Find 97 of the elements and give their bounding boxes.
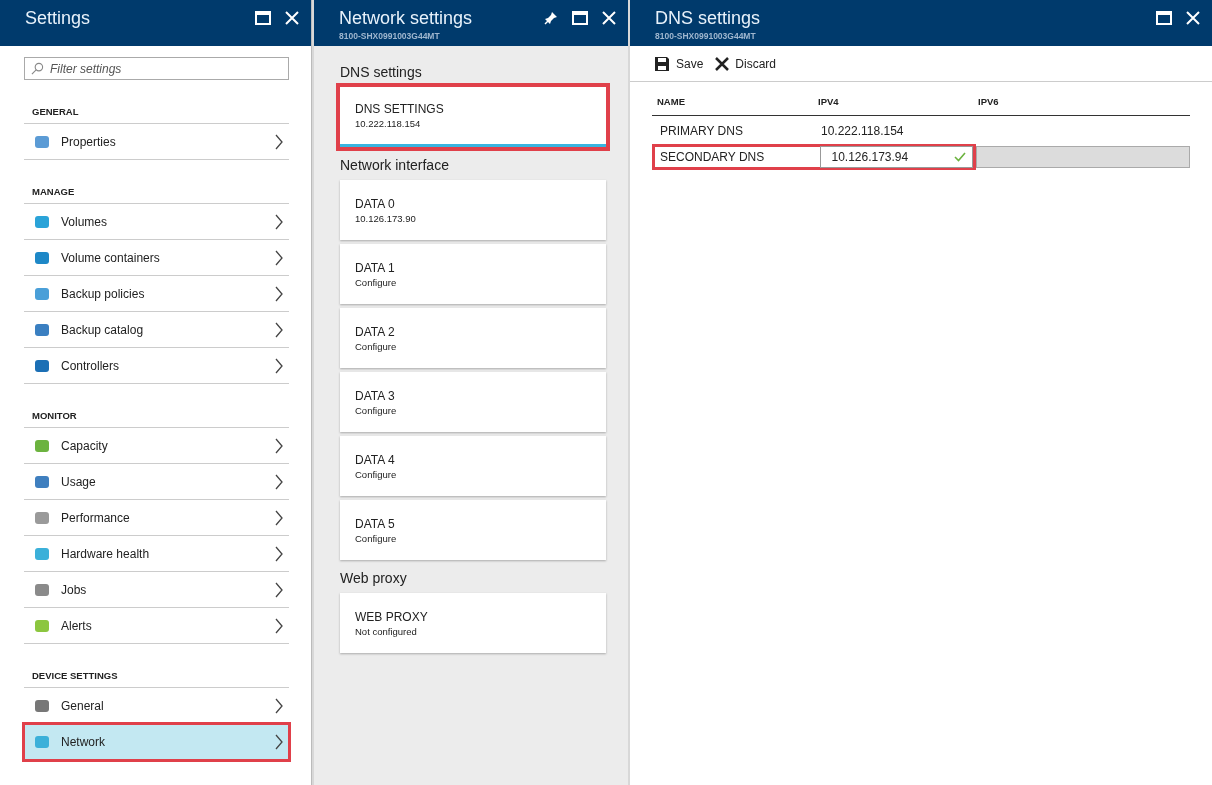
group-heading: Network interface	[340, 157, 450, 175]
section-label: GENERAL	[31, 105, 80, 119]
settings-tile[interactable]: DATA 3 Configure	[340, 372, 606, 432]
settings-menu-item[interactable]: Jobs	[24, 572, 289, 608]
blade-subtitle: 8100-SHX0991003G44MT	[655, 31, 757, 41]
menu-item-icon	[35, 323, 49, 336]
tile-title: DATA 0	[355, 196, 396, 211]
tile-title: DATA 2	[355, 324, 396, 339]
blade-title: Settings	[25, 8, 91, 29]
tile-value: Configure	[355, 340, 398, 352]
blade-title: DNS settings	[655, 8, 761, 29]
settings-tile[interactable]: DATA 5 Configure	[340, 500, 606, 560]
settings-tile[interactable]: DATA 1 Configure	[340, 244, 606, 304]
tile-value: 10.126.173.90	[355, 212, 417, 224]
settings-menu-item[interactable]: Hardware health	[24, 536, 289, 572]
chevron-right-icon	[275, 321, 283, 338]
settings-menu-item[interactable]: Backup catalog	[24, 312, 289, 348]
menu-item-icon	[35, 215, 49, 228]
blade-title: Network settings	[339, 8, 473, 29]
section-label: DEVICE SETTINGS	[31, 669, 119, 683]
settings-menu-item[interactable]: Properties	[24, 124, 289, 160]
tile-title: DATA 3	[355, 388, 396, 403]
filter-field[interactable]: Filter settings	[24, 57, 289, 80]
settings-tile[interactable]: DATA 0 10.126.173.90	[340, 180, 606, 240]
column-header: IPV6	[978, 96, 1000, 107]
menu-item-icon	[35, 511, 49, 524]
chevron-right-icon	[275, 357, 283, 374]
settings-menu-item[interactable]: Backup policies	[24, 276, 289, 312]
settings-tile[interactable]: DATA 2 Configure	[340, 308, 606, 368]
settings-tile[interactable]: WEB PROXY Not configured	[340, 593, 606, 653]
tile-title: DATA 5	[355, 516, 396, 531]
maximize-icon[interactable]	[572, 11, 588, 25]
chevron-right-icon	[275, 437, 283, 454]
chevron-right-icon	[275, 249, 283, 266]
table-cell: 10.222.118.154	[821, 124, 904, 138]
menu-item-icon	[35, 547, 49, 560]
tile-value: Configure	[355, 532, 398, 544]
maximize-icon[interactable]	[255, 11, 271, 25]
section-label: MANAGE	[31, 185, 76, 199]
chevron-right-icon	[275, 733, 283, 750]
search-icon	[31, 62, 44, 75]
toolbar-button[interactable]: Save	[654, 55, 704, 72]
settings-menu-item[interactable]: Performance	[24, 500, 289, 536]
blade-subtitle: 8100-SHX0991003G44MT	[339, 31, 441, 41]
menu-item-icon	[35, 135, 49, 148]
section-label: MONITOR	[31, 409, 78, 423]
column-header: NAME	[657, 96, 686, 107]
menu-item-icon	[35, 619, 49, 632]
table-cell-text: PRIMARY DNS	[660, 124, 744, 138]
checkmark-icon	[954, 152, 966, 162]
menu-item-icon	[35, 287, 49, 300]
close-icon[interactable]	[285, 11, 299, 25]
chevron-right-icon	[275, 697, 283, 714]
tile-value: Configure	[355, 404, 398, 416]
tile-value: Configure	[355, 276, 398, 288]
settings-menu-item[interactable]: Controllers	[24, 348, 289, 384]
chevron-right-icon	[275, 509, 283, 526]
tile-title: DNS SETTINGS	[355, 102, 445, 116]
chevron-right-icon	[275, 213, 283, 230]
settings-menu-item[interactable]: Volumes	[24, 204, 289, 240]
close-icon	[715, 56, 730, 71]
menu-item-icon	[35, 439, 49, 452]
column-header: IPV4	[818, 96, 840, 107]
tile-value: 10.222.118.154	[355, 118, 422, 129]
close-icon[interactable]	[602, 11, 616, 25]
tile-title: DATA 4	[355, 452, 396, 467]
settings-menu-item[interactable]: Usage	[24, 464, 289, 500]
settings-tile[interactable]: DATA 4 Configure	[340, 436, 606, 496]
tile-title: WEB PROXY	[355, 609, 429, 624]
ipv4-input-field[interactable]: 10.126.173.94	[820, 146, 973, 168]
menu-item-icon	[35, 359, 49, 372]
menu-item-icon	[35, 699, 49, 712]
chevron-right-icon	[275, 545, 283, 562]
chevron-right-icon	[275, 617, 283, 634]
close-icon[interactable]	[1186, 11, 1200, 25]
menu-item-icon	[35, 583, 49, 596]
settings-menu-item[interactable]: Network	[24, 724, 289, 760]
settings-menu-item[interactable]: Volume containers	[24, 240, 289, 276]
chevron-right-icon	[275, 285, 283, 302]
tile-value: Configure	[355, 468, 398, 480]
chevron-right-icon	[275, 581, 283, 598]
menu-item-icon	[35, 475, 49, 488]
pin-icon[interactable]	[544, 11, 558, 25]
tile-title: DATA 1	[355, 260, 396, 275]
tile-value: Not configured	[355, 625, 418, 637]
menu-item-icon	[35, 251, 49, 264]
group-heading: Web proxy	[340, 570, 408, 588]
ipv6-input-field[interactable]	[976, 146, 1190, 168]
chevron-right-icon	[275, 133, 283, 150]
chevron-right-icon	[275, 473, 283, 490]
group-heading: DNS settings	[340, 64, 423, 82]
settings-menu-item[interactable]: Alerts	[24, 608, 289, 644]
toolbar-button[interactable]: Discard	[715, 56, 777, 71]
settings-menu-item[interactable]: Capacity	[24, 428, 289, 464]
menu-item-icon	[35, 735, 49, 748]
table-cell-text: SECONDARY DNS	[660, 150, 766, 164]
maximize-icon[interactable]	[1156, 11, 1172, 25]
